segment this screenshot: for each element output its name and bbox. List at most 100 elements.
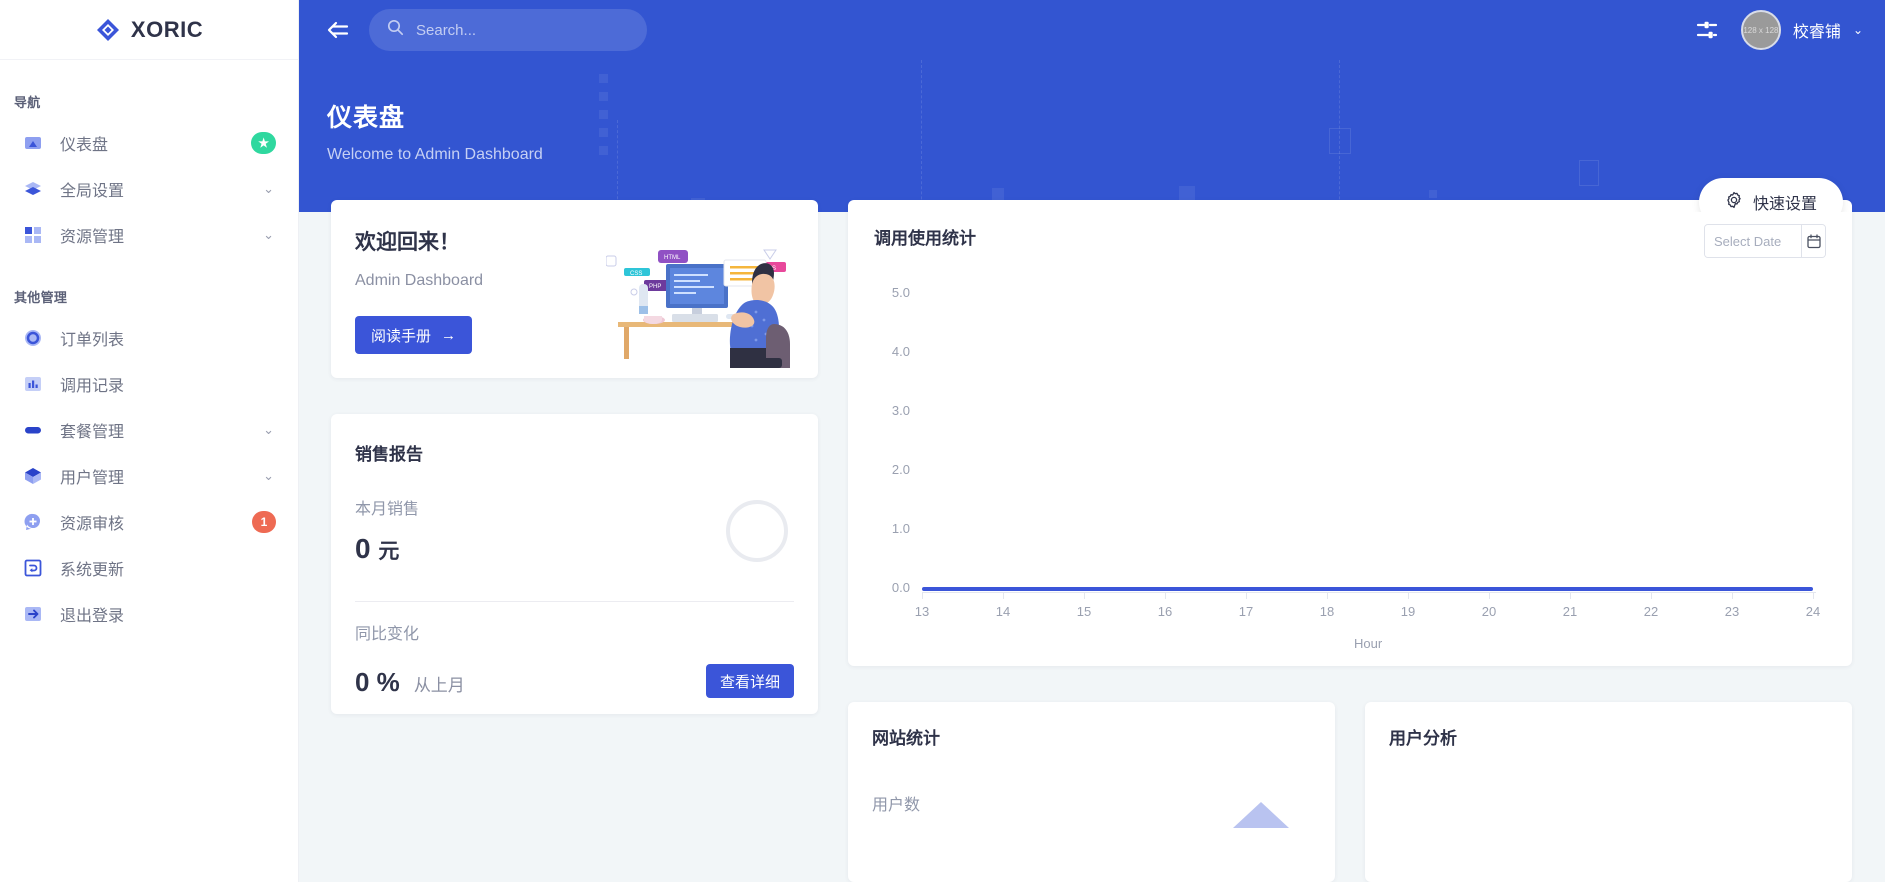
circle-icon bbox=[22, 327, 44, 349]
right-column: 调用使用统计 Select Date 5.0 4.0 3.0 2.0 1.0 0… bbox=[848, 200, 1852, 882]
sidebar-item-resource-management[interactable]: 资源管理 ⌄ bbox=[6, 215, 288, 255]
x-axis-title: Hour bbox=[1354, 636, 1383, 651]
x-tick-label: 19 bbox=[1400, 604, 1416, 619]
sidebar-item-label: 套餐管理 bbox=[60, 424, 125, 441]
gear-icon bbox=[1725, 191, 1743, 213]
sidebar-item-user-management[interactable]: 用户管理 ⌄ bbox=[6, 456, 288, 496]
site-stats-card: 网站统计 用户数 bbox=[848, 702, 1335, 882]
developer-at-desk-illustration: CSS HTML PHP JS bbox=[605, 222, 806, 370]
banner-decor-square bbox=[599, 92, 608, 101]
date-input[interactable] bbox=[1705, 225, 1801, 257]
sidebar-item-system-update[interactable]: 系统更新 bbox=[6, 548, 288, 588]
topbar-right: 128 x 128 校睿铺 ⌄ bbox=[1695, 10, 1863, 50]
x-tick bbox=[1732, 592, 1733, 599]
svg-text:HTML: HTML bbox=[664, 255, 681, 261]
banner-decor-outline bbox=[1329, 128, 1351, 154]
x-tick-label: 20 bbox=[1481, 604, 1497, 619]
y-tick-label: 0.0 bbox=[891, 580, 910, 595]
sales-metric-label: 本月销售 bbox=[355, 501, 420, 518]
sidebar-item-global-settings[interactable]: 全局设置 ⌄ bbox=[6, 169, 288, 209]
change-row: 0 % 从上月 查看详细 bbox=[355, 664, 794, 698]
x-axis-line bbox=[922, 592, 1816, 593]
x-tick-label: 18 bbox=[1319, 604, 1335, 619]
app-root: XORIC 导航 仪表盘 ★ 全局设置 ⌄ 资源管理 ⌄ 其他管理 订单列表 调… bbox=[0, 0, 1885, 882]
sidebar-item-resource-review[interactable]: 资源审核 1 bbox=[6, 502, 288, 542]
sidebar-item-package-management[interactable]: 套餐管理 ⌄ bbox=[6, 410, 288, 450]
x-tick bbox=[1246, 592, 1247, 599]
brand-header[interactable]: XORIC bbox=[0, 0, 298, 60]
chart-title: 调用使用统计 bbox=[874, 229, 976, 248]
x-tick bbox=[922, 592, 923, 599]
sidebar-item-label: 资源审核 bbox=[60, 516, 125, 533]
divider bbox=[355, 601, 794, 602]
left-column: 欢迎回来！ Admin Dashboard 阅读手册 → CSS HTML PH… bbox=[331, 200, 818, 882]
sidebar-item-call-records[interactable]: 调用记录 bbox=[6, 364, 288, 404]
sales-report-card: 销售报告 本月销售 0 元 同比变化 0 % 从上月 查看详细 bbox=[331, 414, 818, 714]
y-tick-label: 3.0 bbox=[891, 403, 910, 418]
cube-icon bbox=[22, 465, 44, 487]
collapse-sidebar-icon[interactable] bbox=[321, 13, 355, 47]
bar-chart-icon bbox=[22, 373, 44, 395]
change-value: 0 % bbox=[355, 667, 400, 697]
x-tick bbox=[1408, 592, 1409, 599]
view-detail-button[interactable]: 查看详细 bbox=[705, 664, 794, 698]
sidebar-item-label: 订单列表 bbox=[60, 332, 125, 349]
x-tick-label: 13 bbox=[914, 604, 930, 619]
bottom-cards-row: 网站统计 用户数 用户分析 bbox=[848, 702, 1852, 882]
page-title: 仪表盘 bbox=[327, 104, 406, 132]
layers-icon bbox=[22, 178, 44, 200]
pill-icon bbox=[22, 419, 44, 441]
topbar: 128 x 128 校睿铺 ⌄ bbox=[299, 0, 1885, 60]
brand-name: XORIC bbox=[130, 16, 204, 42]
x-tick bbox=[1651, 592, 1652, 599]
read-manual-button[interactable]: 阅读手册 → bbox=[355, 316, 473, 354]
dashboard-content: 欢迎回来！ Admin Dashboard 阅读手册 → CSS HTML PH… bbox=[299, 180, 1885, 882]
sidebar-item-label: 仪表盘 bbox=[60, 137, 109, 154]
x-tick bbox=[1327, 592, 1328, 599]
chevron-down-icon[interactable]: ⌄ bbox=[263, 227, 274, 243]
sales-unit: 元 bbox=[378, 540, 400, 563]
date-picker[interactable] bbox=[1704, 224, 1826, 258]
x-tick-label: 14 bbox=[995, 604, 1011, 619]
y-tick-label: 2.0 bbox=[891, 462, 910, 477]
dashboard-icon bbox=[22, 132, 44, 154]
banner-decor-square bbox=[599, 146, 608, 155]
search-box[interactable] bbox=[369, 9, 647, 51]
x-tick bbox=[1165, 592, 1166, 599]
svg-text:PHP: PHP bbox=[649, 284, 661, 290]
chevron-down-icon[interactable]: ⌄ bbox=[263, 422, 274, 438]
user-analysis-title: 用户分析 bbox=[1389, 729, 1457, 748]
page-subtitle: Welcome to Admin Dashboard bbox=[327, 146, 543, 163]
search-input[interactable] bbox=[416, 21, 629, 39]
avatar: 128 x 128 bbox=[1740, 10, 1781, 50]
diamond-logo-icon bbox=[95, 17, 121, 43]
quick-settings-button[interactable]: 快速设置 bbox=[1698, 178, 1843, 213]
x-tick-label: 21 bbox=[1562, 604, 1578, 619]
sidebar-item-label: 调用记录 bbox=[60, 378, 125, 395]
sliders-icon[interactable] bbox=[1695, 19, 1719, 41]
usage-line-chart: 5.0 4.0 3.0 2.0 1.0 0.0 13 14 15 16 17 1… bbox=[874, 270, 1826, 651]
count-badge: 1 bbox=[252, 511, 276, 533]
x-tick-label: 23 bbox=[1724, 604, 1740, 619]
sidebar-item-dashboard[interactable]: 仪表盘 ★ bbox=[6, 123, 288, 163]
sidebar-item-label: 全局设置 bbox=[60, 183, 125, 200]
welcome-card: 欢迎回来！ Admin Dashboard 阅读手册 → CSS HTML PH… bbox=[331, 200, 818, 378]
sidebar-item-logout[interactable]: 退出登录 bbox=[6, 594, 288, 634]
banner-decor-square bbox=[599, 128, 608, 137]
chevron-down-icon[interactable]: ⌄ bbox=[263, 181, 274, 197]
x-tick-label: 15 bbox=[1076, 604, 1092, 619]
calendar-icon[interactable] bbox=[1801, 225, 1825, 257]
refresh-icon bbox=[22, 557, 44, 579]
chevron-down-icon[interactable]: ⌄ bbox=[263, 468, 274, 484]
y-tick-label: 5.0 bbox=[891, 285, 910, 300]
user-menu[interactable]: 128 x 128 校睿铺 ⌄ bbox=[1740, 10, 1863, 50]
sidebar-item-label: 资源管理 bbox=[60, 229, 125, 246]
chevron-down-icon[interactable]: ⌄ bbox=[1853, 23, 1863, 37]
sidebar-item-order-list[interactable]: 订单列表 bbox=[6, 318, 288, 358]
read-manual-label: 阅读手册 bbox=[371, 327, 432, 345]
sidebar-item-label: 用户管理 bbox=[60, 470, 125, 487]
x-tick bbox=[1813, 592, 1814, 599]
quick-settings-label: 快速设置 bbox=[1752, 196, 1817, 212]
progress-ring bbox=[726, 500, 788, 562]
y-tick-label: 4.0 bbox=[891, 344, 910, 359]
